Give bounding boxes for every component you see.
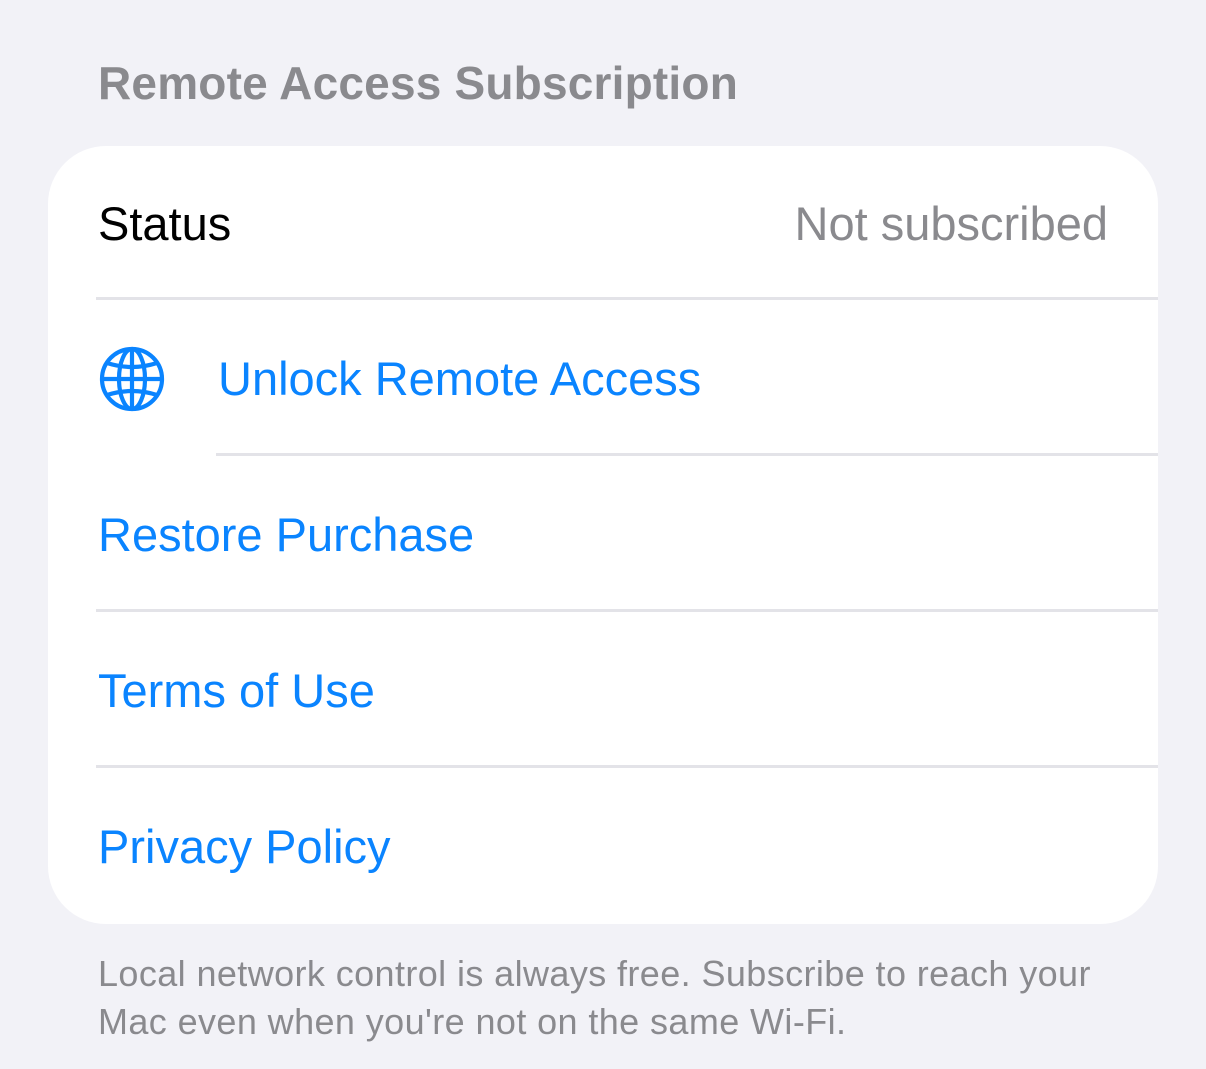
privacy-policy-label: Privacy Policy (98, 820, 391, 873)
divider (216, 453, 1158, 456)
unlock-remote-access-label: Unlock Remote Access (218, 352, 702, 405)
status-value: Not subscribed (794, 197, 1109, 250)
restore-purchase-button[interactable]: Restore Purchase (48, 457, 1158, 612)
footer-note: Local network control is always free. Su… (98, 953, 1091, 1042)
divider (96, 765, 1158, 768)
restore-purchase-label: Restore Purchase (98, 508, 475, 561)
privacy-policy-link[interactable]: Privacy Policy (48, 769, 1158, 924)
status-label: Status (98, 197, 232, 250)
divider (96, 609, 1158, 612)
unlock-remote-access-button[interactable]: Unlock Remote Access (48, 301, 1158, 456)
terms-of-use-label: Terms of Use (98, 664, 375, 717)
status-row: Status Not subscribed (48, 146, 1158, 301)
terms-of-use-link[interactable]: Terms of Use (48, 613, 1158, 768)
section-header: Remote Access Subscription (98, 57, 739, 109)
globe-icon (99, 346, 165, 411)
subscription-card: Status Not subscribed Unlock Remote Acce… (48, 146, 1158, 924)
divider (96, 297, 1158, 300)
